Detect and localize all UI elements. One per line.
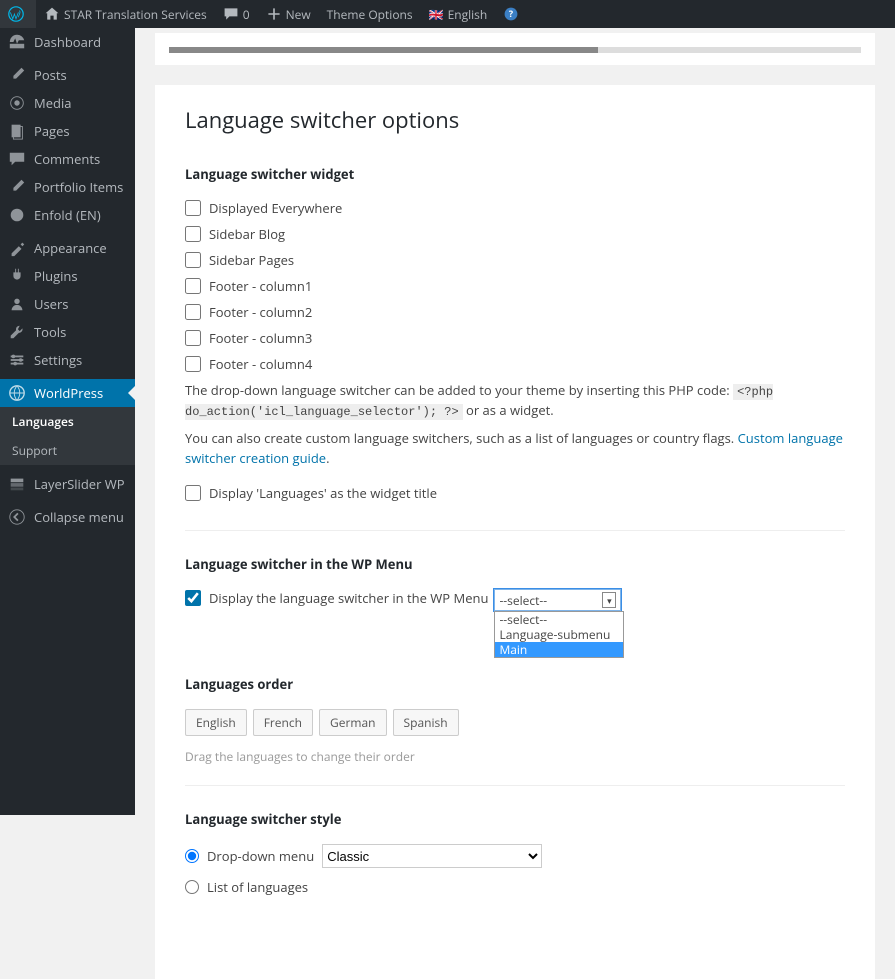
uk-flag-icon: 🇬🇧: [429, 6, 444, 23]
lang-english[interactable]: English: [185, 709, 247, 736]
chevron-down-icon: ▾: [602, 592, 616, 608]
radio-dropdown-row[interactable]: Drop-down menu Classic: [185, 844, 845, 868]
cb-footer4[interactable]: Footer - column4: [185, 355, 845, 373]
checkbox-sidebar-pages[interactable]: [185, 252, 201, 268]
section-wp-menu-title: Language switcher in the WP Menu: [185, 555, 845, 573]
sidebar-users[interactable]: Users: [0, 290, 135, 318]
radio-list-row[interactable]: List of languages: [185, 878, 845, 896]
progress-panel: [155, 33, 875, 65]
sidebar-settings[interactable]: Settings: [0, 346, 135, 374]
sidebar-enfold[interactable]: Enfold (EN): [0, 201, 135, 229]
progress-bar: [169, 47, 861, 53]
section-style-title: Language switcher style: [185, 810, 845, 828]
section-widget-title: Language switcher widget: [185, 165, 845, 183]
sidebar-plugins[interactable]: Plugins: [0, 262, 135, 290]
page-title: Language switcher options: [185, 105, 845, 135]
sidebar-worldpress[interactable]: WorldPress: [0, 379, 135, 407]
php-desc: The drop-down language switcher can be a…: [185, 381, 845, 421]
new-content[interactable]: New: [258, 0, 319, 28]
section-order-title: Languages order: [185, 675, 845, 693]
admin-sidebar: Dashboard Posts Media Pages Comments Por…: [0, 28, 135, 815]
checkbox-display-title[interactable]: [185, 485, 201, 501]
lang-spanish[interactable]: Spanish: [393, 709, 459, 736]
menu-select-wrap: --select-- ▾ --select-- Language-submenu…: [494, 589, 621, 611]
section-wp-menu: Language switcher in the WP Menu Display…: [185, 555, 845, 651]
menu-select[interactable]: --select-- ▾: [494, 589, 621, 611]
menu-dropdown: --select-- Language-submenu Main: [494, 611, 624, 658]
sidebar-portfolio[interactable]: Portfolio Items: [0, 173, 135, 201]
cb-footer1[interactable]: Footer - column1: [185, 277, 845, 295]
sidebar-sub-support[interactable]: Support: [0, 436, 135, 465]
new-label: New: [286, 6, 311, 23]
svg-text:?: ?: [509, 8, 513, 20]
sidebar-media[interactable]: Media: [0, 89, 135, 117]
dropdown-opt-submenu[interactable]: Language-submenu: [495, 627, 623, 642]
wordpress-logo[interactable]: [0, 0, 36, 28]
sidebar-dashboard[interactable]: Dashboard: [0, 28, 135, 56]
dropdown-opt-main[interactable]: Main: [495, 642, 623, 657]
cb-footer3[interactable]: Footer - column3: [185, 329, 845, 347]
order-hint: Drag the languages to change their order: [185, 748, 845, 765]
language-english[interactable]: 🇬🇧 English: [421, 0, 496, 28]
sidebar-comments[interactable]: Comments: [0, 145, 135, 173]
cb-wp-menu[interactable]: Display the language switcher in the WP …: [185, 589, 488, 607]
radio-list[interactable]: [185, 880, 199, 894]
checkbox-footer3[interactable]: [185, 330, 201, 346]
dropdown-opt-select[interactable]: --select--: [495, 612, 623, 627]
settings-panel: Language switcher options Language switc…: [155, 85, 875, 979]
comments-count: 0: [243, 6, 250, 23]
checkbox-wp-menu[interactable]: [185, 590, 201, 606]
sidebar-posts[interactable]: Posts: [0, 61, 135, 89]
lang-german[interactable]: German: [319, 709, 387, 736]
style-classic-select[interactable]: Classic: [322, 844, 542, 868]
sidebar-pages[interactable]: Pages: [0, 117, 135, 145]
cb-footer2[interactable]: Footer - column2: [185, 303, 845, 321]
section-style: Language switcher style Drop-down menu C…: [185, 810, 845, 926]
cb-everywhere[interactable]: Displayed Everywhere: [185, 199, 845, 217]
lang-order-list: English French German Spanish: [185, 709, 845, 736]
section-order: Languages order English French German Sp…: [185, 675, 845, 786]
sidebar-collapse[interactable]: Collapse menu: [0, 503, 135, 531]
checkbox-footer2[interactable]: [185, 304, 201, 320]
cb-sidebar-blog[interactable]: Sidebar Blog: [185, 225, 845, 243]
section-widget: Language switcher widget Displayed Every…: [185, 165, 845, 531]
site-title: STAR Translation Services: [64, 6, 207, 23]
theme-options-link[interactable]: Theme Options: [319, 0, 421, 28]
cb-sidebar-pages[interactable]: Sidebar Pages: [185, 251, 845, 269]
radio-dropdown[interactable]: [185, 849, 199, 863]
checkbox-everywhere[interactable]: [185, 200, 201, 216]
sidebar-appearance[interactable]: Appearance: [0, 234, 135, 262]
admin-bar: STAR Translation Services 0 New Theme Op…: [0, 0, 895, 28]
cb-display-title[interactable]: Display 'Languages' as the widget title: [185, 484, 845, 502]
sidebar-sub-languages[interactable]: Languages: [0, 407, 135, 436]
comments-link[interactable]: 0: [215, 0, 258, 28]
checkbox-footer1[interactable]: [185, 278, 201, 294]
sidebar-layerslider[interactable]: LayerSlider WP: [0, 470, 135, 498]
checkbox-sidebar-blog[interactable]: [185, 226, 201, 242]
lang-french[interactable]: French: [253, 709, 313, 736]
help-icon[interactable]: ?: [495, 0, 531, 28]
menu-select-value: --select--: [499, 592, 547, 609]
progress-fill: [169, 47, 598, 53]
site-home-link[interactable]: STAR Translation Services: [36, 0, 215, 28]
checkbox-footer4[interactable]: [185, 356, 201, 372]
main-content: Language switcher options Language switc…: [135, 0, 895, 979]
sidebar-tools[interactable]: Tools: [0, 318, 135, 346]
custom-desc: You can also create custom language swit…: [185, 429, 845, 468]
